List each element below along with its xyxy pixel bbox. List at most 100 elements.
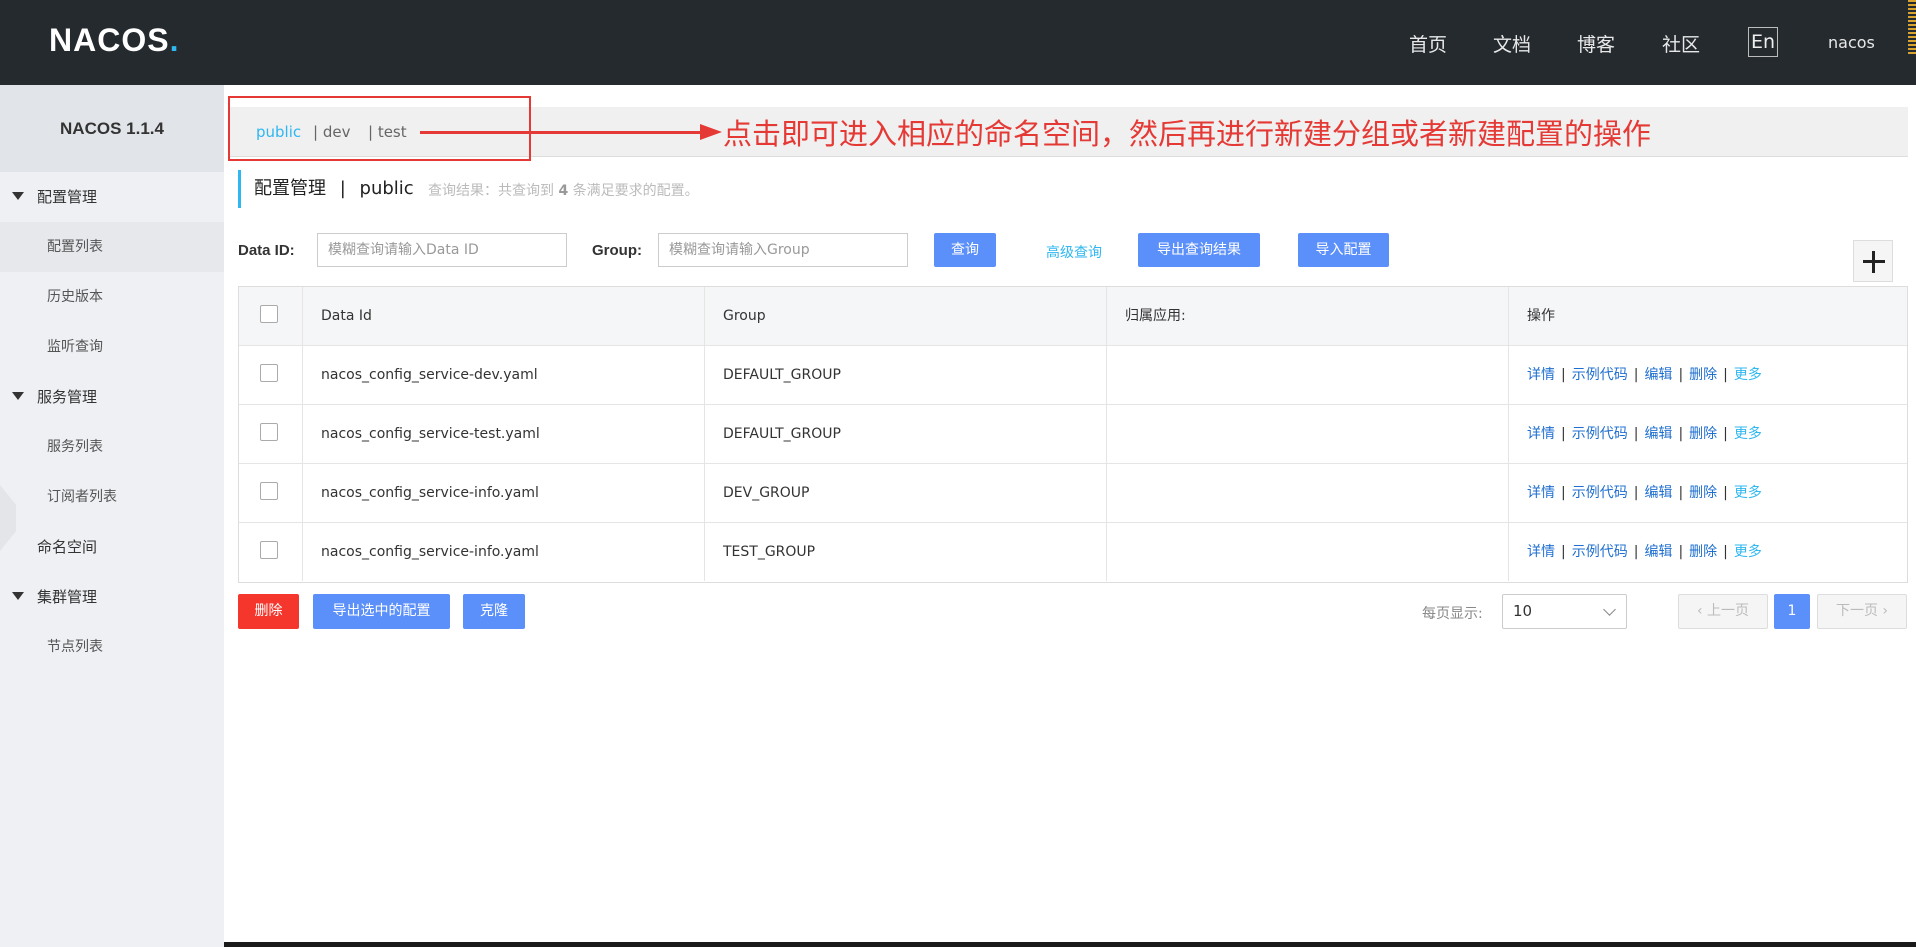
delete-link[interactable]: 删除: [1689, 367, 1717, 383]
export-results-button[interactable]: 导出查询结果: [1138, 233, 1260, 267]
row-checkbox[interactable]: [260, 482, 278, 500]
sample-code-link[interactable]: 示例代码: [1572, 426, 1628, 442]
cell-ops: 详情 | 示例代码 | 编辑 | 删除 | 更多: [1509, 464, 1909, 522]
language-switch-button[interactable]: En: [1748, 27, 1778, 57]
sample-code-link[interactable]: 示例代码: [1572, 544, 1628, 560]
op-separator: |: [1633, 544, 1639, 560]
op-separator: |: [1723, 485, 1728, 501]
edit-link[interactable]: 编辑: [1644, 426, 1672, 442]
edit-link[interactable]: 编辑: [1644, 544, 1672, 560]
op-separator: |: [1723, 544, 1728, 560]
detail-link[interactable]: 详情: [1527, 426, 1555, 442]
more-link[interactable]: 更多: [1734, 426, 1762, 442]
page-number-button[interactable]: 1: [1774, 594, 1810, 629]
nav-docs[interactable]: 文档: [1493, 30, 1531, 57]
cell-dataid: nacos_config_service-info.yaml: [303, 523, 705, 581]
column-header-dataid[interactable]: Data Id: [303, 287, 705, 345]
op-separator: |: [1678, 485, 1684, 501]
prev-page-button[interactable]: ‹ 上一页: [1678, 594, 1768, 629]
detail-link[interactable]: 详情: [1527, 485, 1555, 501]
bottom-strip: [224, 942, 1916, 947]
nav-community[interactable]: 社区: [1662, 30, 1700, 57]
nav-home[interactable]: 首页: [1409, 30, 1447, 57]
config-table: Data Id Group 归属应用: 操作 nacos_config_serv…: [238, 286, 1908, 583]
sidebar-group-label: 服务管理: [37, 388, 98, 406]
row-checkbox[interactable]: [260, 423, 278, 441]
top-header: NACOS. 首页 文档 博客 社区 En nacos: [0, 0, 1916, 85]
logo-dot: .: [169, 22, 180, 58]
sidebar-group-service[interactable]: 服务管理: [0, 372, 224, 422]
caret-down-icon: [12, 592, 24, 600]
table-row: nacos_config_service-test.yaml DEFAULT_GR…: [239, 405, 1907, 464]
cell-app: [1107, 464, 1509, 522]
cell-dataid: nacos_config_service-test.yaml: [303, 405, 705, 463]
next-page-button[interactable]: 下一页 ›: [1817, 594, 1907, 629]
cell-app: [1107, 405, 1509, 463]
edit-link[interactable]: 编辑: [1644, 367, 1672, 383]
sidebar-item-subscribers[interactable]: 订阅者列表: [0, 472, 224, 522]
page-size-label: 每页显示:: [1422, 606, 1483, 622]
op-separator: |: [1678, 367, 1684, 383]
dataid-search-input[interactable]: 模糊查询请输入Data ID: [317, 233, 567, 267]
delete-link[interactable]: 删除: [1689, 544, 1717, 560]
op-separator: |: [1561, 544, 1566, 560]
detail-link[interactable]: 详情: [1527, 544, 1555, 560]
table-header-row: Data Id Group 归属应用: 操作: [239, 287, 1907, 346]
sample-code-link[interactable]: 示例代码: [1572, 485, 1628, 501]
op-separator: |: [1561, 485, 1566, 501]
annotation-arrow-icon: [700, 124, 722, 140]
select-all-checkbox[interactable]: [260, 305, 278, 323]
sidebar-item-history[interactable]: 历史版本: [0, 272, 224, 322]
cell-ops: 详情 | 示例代码 | 编辑 | 删除 | 更多: [1509, 346, 1909, 404]
export-selected-button[interactable]: 导出选中的配置: [313, 594, 450, 629]
detail-link[interactable]: 详情: [1527, 367, 1555, 383]
more-link[interactable]: 更多: [1734, 485, 1762, 501]
advanced-query-link[interactable]: 高级查询: [1046, 242, 1102, 262]
clone-button[interactable]: 克隆: [463, 594, 525, 629]
query-result-suffix: 条满足要求的配置。: [572, 183, 699, 199]
page-size-select[interactable]: 10: [1502, 594, 1627, 629]
page-title-sep: |: [339, 178, 346, 199]
sidebar-item-nodes[interactable]: 节点列表: [0, 622, 224, 672]
cell-app: [1107, 346, 1509, 404]
table-row: nacos_config_service-info.yaml DEV_GROUP 详…: [239, 464, 1907, 523]
delete-selected-button[interactable]: 删除: [238, 594, 299, 629]
edit-link[interactable]: 编辑: [1644, 485, 1672, 501]
more-link[interactable]: 更多: [1734, 367, 1762, 383]
sidebar-item-listener[interactable]: 监听查询: [0, 322, 224, 372]
more-link[interactable]: 更多: [1734, 544, 1762, 560]
sample-code-link[interactable]: 示例代码: [1572, 367, 1628, 383]
group-search-input[interactable]: 模糊查询请输入Group: [658, 233, 908, 267]
cell-group: DEFAULT_GROUP: [705, 346, 1107, 404]
sidebar-item-namespace[interactable]: 命名空间: [37, 522, 97, 572]
op-separator: |: [1633, 426, 1639, 442]
query-result-text: 查询结果：共查询到 4 条满足要求的配置。: [428, 180, 699, 200]
cell-dataid: nacos_config_service-info.yaml: [303, 464, 705, 522]
import-config-button[interactable]: 导入配置: [1298, 233, 1389, 267]
dataid-label: Data ID:: [238, 242, 295, 259]
add-config-button[interactable]: [1853, 240, 1893, 282]
table-row: nacos_config_service-info.yaml TEST_GROUP…: [239, 523, 1907, 582]
nacos-logo[interactable]: NACOS.: [49, 22, 179, 59]
cell-group: DEV_GROUP: [705, 464, 1107, 522]
row-checkbox-cell: [239, 405, 303, 463]
column-header-group[interactable]: Group: [705, 287, 1107, 345]
row-checkbox[interactable]: [260, 541, 278, 559]
group-label: Group:: [592, 242, 642, 259]
row-checkbox[interactable]: [260, 364, 278, 382]
row-checkbox-cell: [239, 346, 303, 404]
delete-link[interactable]: 删除: [1689, 485, 1717, 501]
sidebar-title: NACOS 1.1.4: [0, 85, 224, 172]
sidebar-item-config-list[interactable]: 配置列表: [0, 222, 224, 272]
sidebar-group-cluster[interactable]: 集群管理: [0, 572, 224, 622]
row-checkbox-cell: [239, 523, 303, 581]
sidebar-group-config[interactable]: 配置管理: [0, 172, 224, 222]
delete-link[interactable]: 删除: [1689, 426, 1717, 442]
chevron-down-icon: [1603, 603, 1616, 616]
nav-blog[interactable]: 博客: [1577, 30, 1615, 57]
annotation-arrow-line: [420, 131, 700, 134]
query-button[interactable]: 查询: [934, 233, 996, 267]
sidebar-item-service-list[interactable]: 服务列表: [0, 422, 224, 472]
user-name[interactable]: nacos: [1828, 33, 1875, 52]
column-header-app[interactable]: 归属应用:: [1107, 287, 1509, 345]
